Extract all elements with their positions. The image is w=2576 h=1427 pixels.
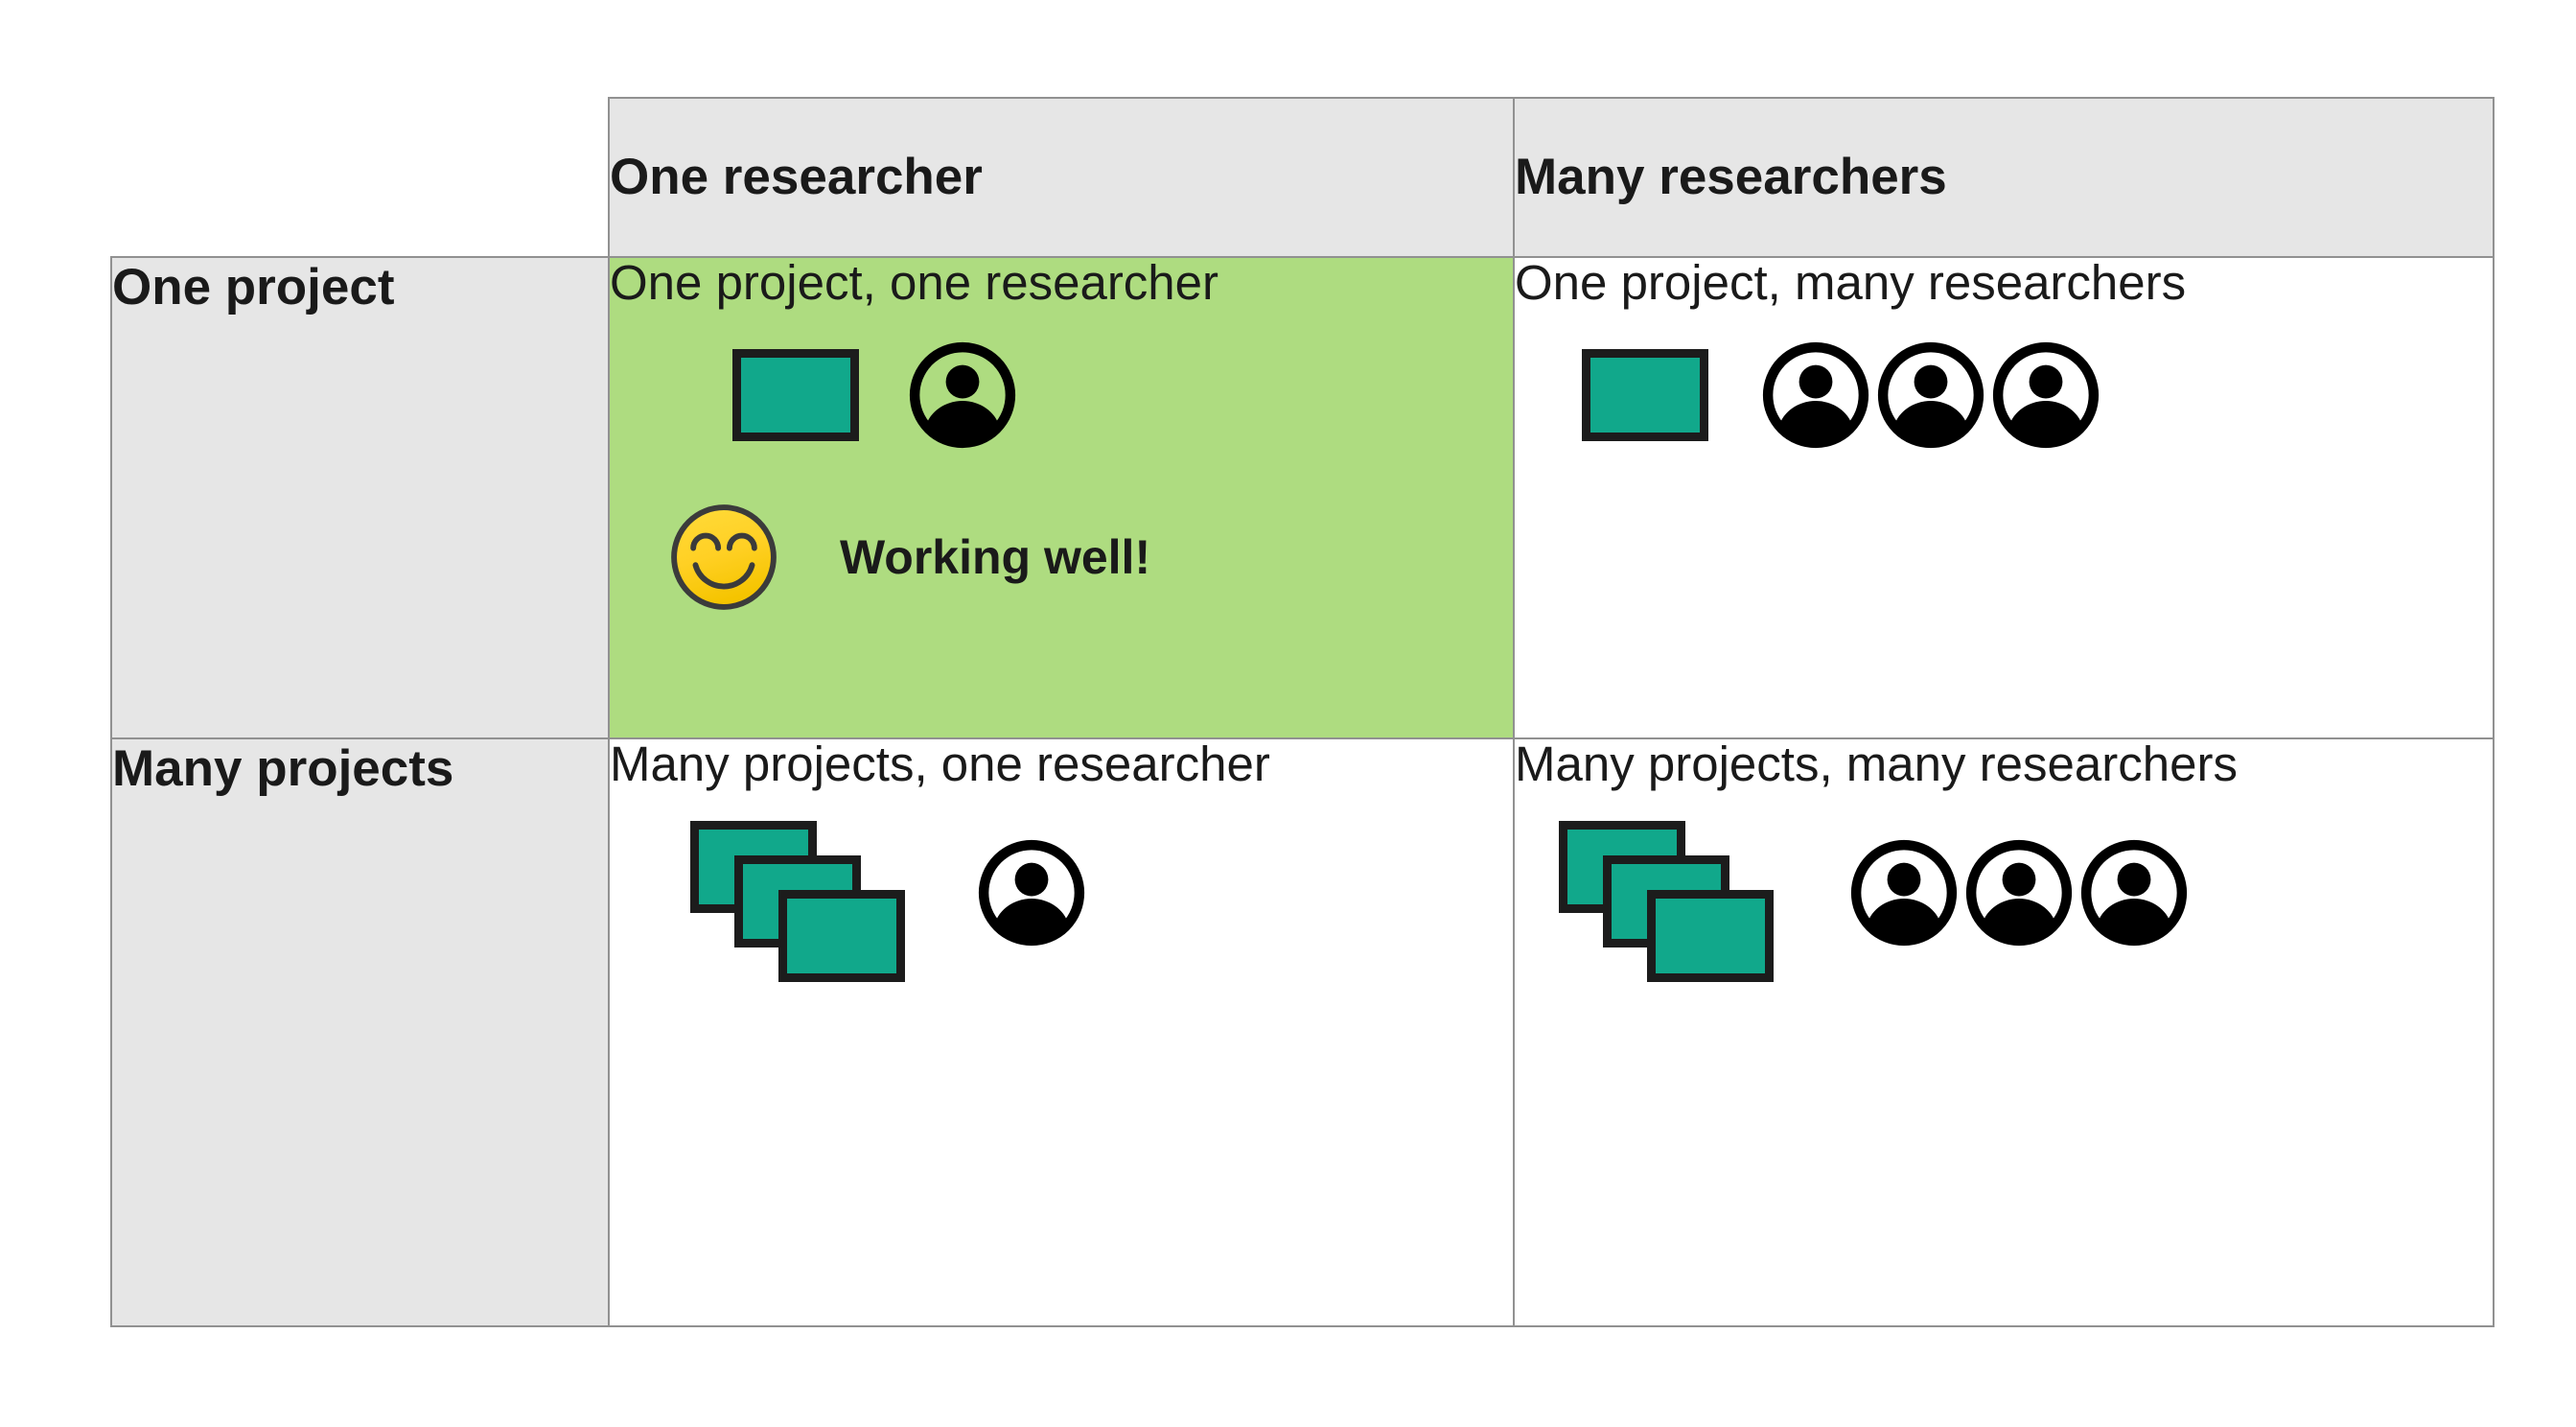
- person-avatar-icon: [1850, 839, 1958, 947]
- cell-caption: Many projects, one researcher: [610, 737, 1270, 791]
- matrix-row-many-projects: Many projects Many projects, one researc…: [110, 737, 2495, 1327]
- cell-caption: Many projects, many researchers: [1515, 737, 2238, 791]
- cell-caption: One project, one researcher: [610, 255, 1219, 310]
- status-label: Working well!: [840, 530, 1151, 584]
- project-rectangle-icon: [778, 890, 905, 982]
- column-header-one-researcher: One researcher: [608, 97, 1515, 258]
- person-avatar-icon: [2080, 839, 2188, 947]
- person-avatar-icon: [1762, 341, 1869, 449]
- person-avatar-icon: [978, 839, 1085, 947]
- cell-caption: One project, many researchers: [1515, 255, 2187, 310]
- column-header-many-researchers: Many researchers: [1513, 97, 2495, 258]
- cell-one-project-one-researcher: One project, one researcher Working well…: [608, 255, 1515, 739]
- project-rectangle-icon: [1582, 349, 1708, 441]
- status-row: Working well!: [610, 501, 1513, 614]
- project-researcher-matrix: One researcher Many researchers One proj…: [110, 97, 2495, 1327]
- person-avatar-icon: [1965, 839, 2073, 947]
- project-rectangle-icon: [732, 349, 859, 441]
- cell-many-projects-many-researchers: Many projects, many researchers: [1513, 737, 2495, 1327]
- icon-row: [1515, 339, 2493, 451]
- person-avatar-icon: [1877, 341, 1984, 449]
- person-avatar-icon: [1992, 341, 2100, 449]
- icon-row: [610, 339, 1513, 451]
- cell-many-projects-one-researcher: Many projects, one researcher: [608, 737, 1515, 1327]
- person-avatar-icon: [909, 341, 1016, 449]
- project-rectangle-icon: [1647, 890, 1774, 982]
- smiling-face-icon: [671, 504, 777, 610]
- icon-row: [1515, 821, 2493, 982]
- project-stack-icon: [1559, 821, 1797, 982]
- row-header-one-project: One project: [110, 256, 610, 739]
- matrix-header-row: One researcher Many researchers: [111, 97, 2495, 258]
- row-header-many-projects: Many projects: [110, 737, 610, 1327]
- matrix-corner-cell: [111, 98, 609, 257]
- project-stack-icon: [690, 821, 928, 982]
- diagram-canvas: One researcher Many researchers One proj…: [0, 0, 2576, 1427]
- icon-row: [610, 821, 1513, 982]
- cell-one-project-many-researchers: One project, many researchers: [1513, 255, 2495, 739]
- matrix-row-one-project: One project One project, one researcher: [110, 255, 2495, 739]
